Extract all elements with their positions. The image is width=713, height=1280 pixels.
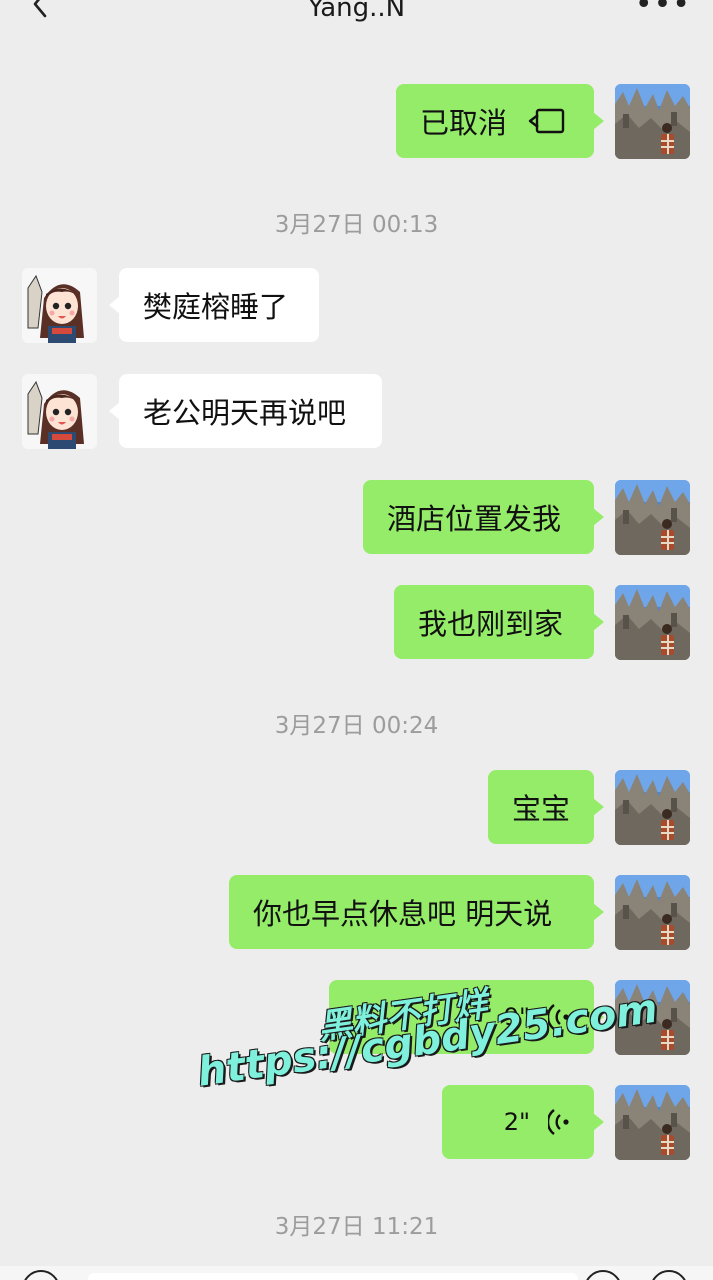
my-avatar[interactable] bbox=[615, 980, 690, 1055]
my-avatar[interactable] bbox=[615, 1085, 690, 1160]
voice-wave-icon bbox=[548, 1004, 569, 1030]
my-avatar[interactable] bbox=[615, 480, 690, 555]
message-text: 老公明天再说吧 bbox=[143, 396, 347, 430]
my-avatar[interactable] bbox=[615, 770, 690, 845]
my-avatar[interactable] bbox=[615, 585, 690, 660]
message-bubble-contact[interactable]: 樊庭榕睡了 bbox=[109, 268, 319, 342]
message-bubble-me[interactable]: 你也早点休息吧 明天说 bbox=[229, 875, 604, 949]
message-text: 已取消 bbox=[420, 106, 508, 140]
plus-icon[interactable] bbox=[650, 1270, 688, 1280]
contact-avatar[interactable] bbox=[22, 374, 97, 449]
chat-screen: Yang..N ••• 已取消 3月27日 00:13 樊庭榕睡了 老公明天再说… bbox=[0, 0, 713, 1280]
my-avatar[interactable] bbox=[615, 84, 690, 159]
emoji-icon[interactable] bbox=[584, 1270, 622, 1280]
input-bar bbox=[0, 1266, 713, 1280]
more-dots-icon[interactable]: ••• bbox=[635, 0, 691, 22]
cartoon-avatar-image bbox=[22, 374, 97, 449]
message-bubble-me[interactable]: 酒店位置发我 bbox=[363, 480, 604, 554]
photo-avatar-image bbox=[615, 980, 690, 1055]
message-text: 酒店位置发我 bbox=[387, 502, 562, 536]
voice-duration: 2" bbox=[503, 1108, 530, 1136]
message-bubble-me[interactable]: 宝宝 bbox=[488, 770, 604, 844]
message-text: 樊庭榕睡了 bbox=[143, 290, 289, 324]
cartoon-avatar-image bbox=[22, 268, 97, 343]
photo-avatar-image bbox=[615, 585, 690, 660]
photo-avatar-image bbox=[615, 875, 690, 950]
voice-message-bubble[interactable]: 2" bbox=[442, 1085, 604, 1159]
my-avatar[interactable] bbox=[615, 875, 690, 950]
voice-toggle-icon[interactable] bbox=[22, 1270, 60, 1280]
timestamp: 3月27日 11:21 bbox=[274, 1214, 439, 1240]
photo-avatar-image bbox=[615, 770, 690, 845]
contact-avatar[interactable] bbox=[22, 268, 97, 343]
timestamp: 3月27日 00:13 bbox=[274, 212, 439, 238]
voice-wave-icon bbox=[548, 1109, 569, 1135]
message-text: 宝宝 bbox=[512, 792, 571, 826]
message-bubble-contact[interactable]: 老公明天再说吧 bbox=[109, 374, 382, 448]
chat-title: Yang..N bbox=[307, 0, 406, 23]
call-cancelled-bubble[interactable]: 已取消 bbox=[396, 84, 604, 158]
photo-avatar-image bbox=[615, 1085, 690, 1160]
message-input[interactable] bbox=[88, 1273, 578, 1280]
message-text: 我也刚到家 bbox=[418, 607, 564, 641]
photo-avatar-image bbox=[615, 480, 690, 555]
chat-header: Yang..N ••• bbox=[0, 0, 713, 26]
message-text: 你也早点休息吧 明天说 bbox=[253, 897, 553, 931]
voice-duration: 9" bbox=[503, 1003, 530, 1031]
voice-message-bubble[interactable]: 9" bbox=[329, 980, 604, 1054]
message-bubble-me[interactable]: 我也刚到家 bbox=[394, 585, 604, 659]
photo-avatar-image bbox=[615, 84, 690, 159]
timestamp: 3月27日 00:24 bbox=[274, 713, 439, 739]
video-call-icon bbox=[528, 108, 565, 134]
